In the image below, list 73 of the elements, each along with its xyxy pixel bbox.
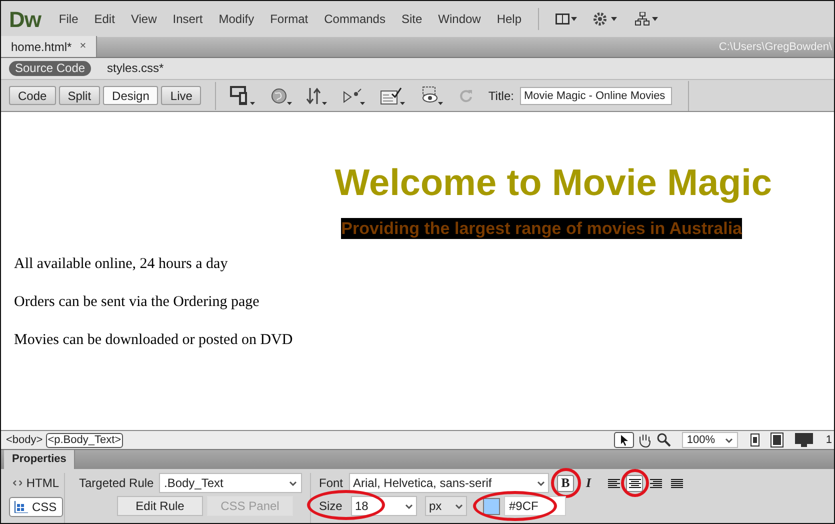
close-icon[interactable]: × (80, 38, 86, 55)
view-button[interactable]: Live (161, 86, 202, 105)
menu-item[interactable]: File (58, 10, 78, 28)
mobile-size-icon[interactable] (750, 433, 760, 447)
body-paragraph: Orders can be sent via the Ordering page (14, 293, 260, 312)
menu-item[interactable]: Window (438, 10, 481, 28)
targeted-rule-select[interactable]: .Body_Text (159, 473, 302, 493)
menu-item[interactable]: View (130, 10, 157, 28)
chevron-down-icon (289, 480, 297, 486)
code-icon (13, 478, 22, 488)
settings-icon[interactable] (592, 12, 619, 26)
validate-icon[interactable] (380, 86, 406, 106)
page-subheading: Providing the largest range of movies in Australia (341, 218, 742, 239)
properties-tab[interactable]: Properties (4, 450, 76, 469)
title-field[interactable]: Movie Magic - Online Movies (520, 86, 672, 104)
chevron-down-icon (724, 438, 733, 442)
menu-item[interactable]: Site (401, 10, 422, 28)
title-label: Title: (488, 88, 514, 104)
inspect-icon[interactable] (420, 86, 444, 106)
page-heading: Welcome to Movie Magic (334, 161, 772, 205)
align-center-icon (628, 478, 640, 488)
body-paragraph: All available online, 24 hours a day (14, 255, 229, 274)
document-tab[interactable]: home.html* × (1, 36, 98, 57)
align-left-icon (608, 478, 620, 488)
related-file[interactable]: styles.css* (101, 61, 170, 76)
menu-item[interactable]: Format (270, 10, 308, 28)
size-label: Size (319, 498, 344, 515)
globe-icon[interactable] (270, 86, 292, 106)
color-field[interactable]: #9CF (504, 496, 566, 516)
targeted-rule-label: Targeted Rule (79, 475, 151, 492)
tablet-size-icon[interactable] (770, 432, 784, 448)
edit-rule-button[interactable]: Edit Rule (117, 496, 203, 516)
chevron-down-icon (537, 480, 545, 486)
mode-button[interactable]: CSS (9, 497, 63, 517)
view-button[interactable]: Design (103, 86, 158, 105)
view-button[interactable]: Code (9, 86, 56, 105)
font-label: Font (319, 475, 343, 492)
site-map-icon[interactable] (634, 12, 659, 26)
tag-selector-item[interactable]: <body> (5, 434, 44, 446)
menu-item[interactable]: Edit (94, 10, 115, 28)
transfer-icon[interactable] (306, 86, 328, 106)
menu-item[interactable]: Modify (218, 10, 254, 28)
mode-button[interactable]: HTML (9, 473, 63, 493)
zoom-tool-icon[interactable] (656, 432, 672, 448)
body-paragraph: Movies can be downloaded or posted on DVD (14, 331, 294, 350)
preview-icon[interactable] (342, 86, 366, 106)
menu-item[interactable]: Help (496, 10, 522, 28)
menu-item[interactable]: Insert (172, 10, 203, 28)
blocks-icon (14, 501, 28, 513)
font-select[interactable]: Arial, Helvetica, sans-serif (349, 473, 549, 493)
layout-icon[interactable] (554, 13, 577, 25)
justify-icon (670, 478, 682, 488)
window-size-text: 1 (826, 432, 832, 448)
file-path: C:\Users\GregBowden\ (718, 40, 833, 55)
devices-icon[interactable] (230, 86, 256, 106)
pointer-tool-icon[interactable] (614, 432, 634, 448)
tag-selector-item[interactable]: <p.Body_Text> (46, 432, 124, 448)
align-button[interactable] (626, 474, 643, 492)
zoom-select[interactable]: 100% (682, 432, 738, 448)
align-right-icon (650, 478, 662, 488)
menu-item[interactable]: Commands (324, 10, 386, 28)
view-button[interactable]: Split (58, 86, 100, 105)
highlight-ring (620, 469, 648, 497)
italic-button[interactable]: I (580, 474, 597, 492)
desktop-size-icon[interactable] (794, 432, 814, 448)
related-file[interactable]: Source Code (9, 61, 92, 76)
chevron-down-icon (455, 504, 463, 508)
bold-button[interactable]: B (557, 474, 574, 492)
color-swatch[interactable] (483, 498, 500, 514)
chevron-down-icon (405, 504, 413, 508)
size-select[interactable]: 18 (351, 496, 417, 516)
app-logo: Dw (9, 6, 41, 34)
unit-select[interactable]: px (425, 496, 467, 516)
